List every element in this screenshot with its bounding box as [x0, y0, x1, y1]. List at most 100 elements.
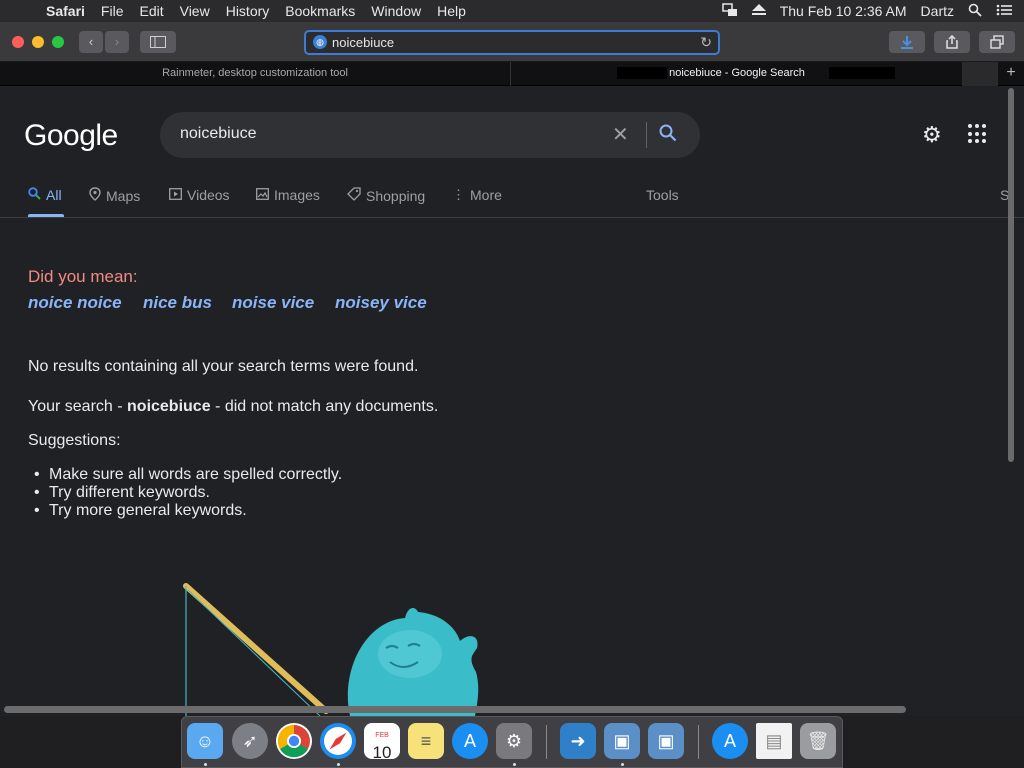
running-indicator: [337, 763, 340, 766]
tab-videos[interactable]: Videos: [169, 187, 230, 203]
minimize-window-button[interactable]: [32, 36, 44, 48]
chrome-icon[interactable]: [276, 723, 312, 759]
vertical-scrollbar[interactable]: [1008, 88, 1014, 462]
active-tab-underline: [28, 214, 64, 217]
status-area: Thu Feb 10 2:36 AM Dartz: [721, 0, 1024, 22]
menu-safari[interactable]: Safari: [38, 3, 93, 19]
tab-shopping-label: Shopping: [366, 187, 426, 204]
desktop: Safari File Edit View History Bookmarks …: [0, 0, 1024, 768]
suggestion-link[interactable]: noice noice: [28, 293, 122, 313]
spotlight-icon[interactable]: [968, 3, 982, 20]
search-box[interactable]: noicebiuce ✕: [160, 112, 700, 158]
app-store-icon[interactable]: A: [452, 723, 488, 759]
user-name[interactable]: Dartz: [921, 3, 954, 19]
video-icon: [169, 187, 182, 203]
finder-icon[interactable]: ☺: [187, 723, 223, 759]
google-apps-grid-icon[interactable]: [968, 124, 988, 144]
migration-assistant-icon[interactable]: ➜: [560, 723, 596, 759]
mismatch-term: noicebiuce: [127, 398, 211, 415]
screen-share-icon[interactable]: [721, 2, 738, 20]
globe-icon: ◍: [313, 35, 327, 49]
menu-window[interactable]: Window: [363, 3, 429, 19]
tab-all[interactable]: All: [28, 187, 62, 203]
close-window-button[interactable]: [12, 36, 24, 48]
sidebar-toggle-button[interactable]: [140, 31, 176, 53]
redaction-block: [829, 67, 895, 79]
image-icon: [256, 187, 269, 203]
clear-icon[interactable]: ✕: [612, 122, 629, 147]
tab-tools[interactable]: Tools: [646, 187, 679, 203]
list-item: Try more general keywords.: [34, 502, 342, 520]
no-results-message: No results containing all your search te…: [28, 358, 419, 375]
downloads-button[interactable]: [889, 31, 925, 53]
dock-separator: [698, 725, 699, 759]
tab-maps-label: Maps: [106, 187, 141, 204]
running-indicator: [204, 763, 207, 766]
running-indicator: [621, 763, 624, 766]
search-tabs: All Maps Videos Images Shopping ⋮ More T…: [0, 184, 1024, 218]
clock[interactable]: Thu Feb 10 2:36 AM: [780, 3, 907, 19]
virtualbox-vm-icon[interactable]: ▣: [648, 723, 684, 759]
eject-icon[interactable]: [751, 3, 766, 19]
notification-center-icon[interactable]: [996, 3, 1012, 19]
tab-more-label: More: [470, 187, 502, 203]
fishing-monster-illustration: [183, 583, 479, 716]
safari-icon[interactable]: [320, 723, 356, 759]
suggestion-link[interactable]: noise vice: [232, 293, 314, 313]
tab-images-label: Images: [274, 187, 320, 203]
calendar-day: 10: [372, 743, 392, 762]
google-logo[interactable]: Google: [24, 119, 118, 153]
map-pin-icon: [89, 187, 101, 204]
search-multicolor-icon: [28, 187, 41, 203]
more-vertical-icon: ⋮: [452, 187, 465, 202]
trash-icon[interactable]: 🗑: [800, 723, 836, 759]
safari-toolbar: ‹ › ◍ noicebiuce ↻: [0, 22, 1024, 62]
tab-title: noicebiuce - Google Search: [667, 67, 807, 79]
new-tab-button[interactable]: +: [998, 62, 1024, 86]
settings-gear-icon[interactable]: ⚙: [922, 122, 942, 148]
tab-title: Rainmeter, desktop customization tool: [162, 67, 348, 79]
menu-bar: Safari File Edit View History Bookmarks …: [0, 0, 1024, 22]
tab-spacer: [962, 62, 998, 86]
mismatch-suffix: - did not match any documents.: [210, 398, 439, 415]
suggestions-label: Suggestions:: [28, 432, 121, 449]
launchpad-icon[interactable]: ➶: [232, 723, 268, 759]
tab-maps[interactable]: Maps: [89, 187, 140, 204]
address-bar[interactable]: ◍ noicebiuce ↻: [304, 30, 720, 55]
zoom-window-button[interactable]: [52, 36, 64, 48]
tab-more[interactable]: ⋮ More: [452, 187, 502, 203]
tab-bar: Rainmeter, desktop customization tool no…: [0, 62, 1024, 86]
document-icon[interactable]: ▤: [756, 723, 792, 759]
tab-rainmeter[interactable]: Rainmeter, desktop customization tool: [0, 62, 511, 86]
system-preferences-icon[interactable]: ⚙: [496, 723, 532, 759]
tab-shopping[interactable]: Shopping: [347, 187, 425, 204]
calendar-month: FEB: [375, 732, 389, 739]
menu-file[interactable]: File: [93, 3, 132, 19]
suggestion-link[interactable]: nice bus: [143, 293, 212, 313]
suggestion-link[interactable]: noisey vice: [335, 293, 427, 313]
search-icon[interactable]: [659, 124, 677, 147]
app-store-downloads-icon[interactable]: A: [712, 723, 748, 759]
horizontal-scrollbar[interactable]: [4, 706, 906, 713]
tab-images[interactable]: Images: [256, 187, 320, 203]
reload-icon[interactable]: ↻: [700, 34, 712, 51]
suggestion-tips-list: Make sure all words are spelled correctl…: [34, 466, 342, 520]
menu-help[interactable]: Help: [429, 3, 474, 19]
url-text[interactable]: noicebiuce: [332, 35, 394, 50]
tab-overview-button[interactable]: [979, 31, 1015, 53]
menu-edit[interactable]: Edit: [131, 3, 171, 19]
tab-google-search[interactable]: noicebiuce - Google Search: [512, 62, 962, 86]
notes-icon[interactable]: ≡: [408, 723, 444, 759]
list-item: Try different keywords.: [34, 484, 342, 502]
menu-bookmarks[interactable]: Bookmarks: [277, 3, 363, 19]
share-button[interactable]: [934, 31, 970, 53]
search-input[interactable]: noicebiuce: [180, 125, 257, 143]
menu-view[interactable]: View: [172, 3, 218, 19]
virtualbox-icon[interactable]: ▣: [604, 723, 640, 759]
back-button[interactable]: ‹: [79, 31, 103, 53]
mismatch-prefix: Your search -: [28, 398, 128, 415]
running-indicator: [513, 763, 516, 766]
calendar-icon[interactable]: FEB 10: [364, 723, 400, 762]
forward-button[interactable]: ›: [105, 31, 129, 53]
menu-history[interactable]: History: [218, 3, 278, 19]
